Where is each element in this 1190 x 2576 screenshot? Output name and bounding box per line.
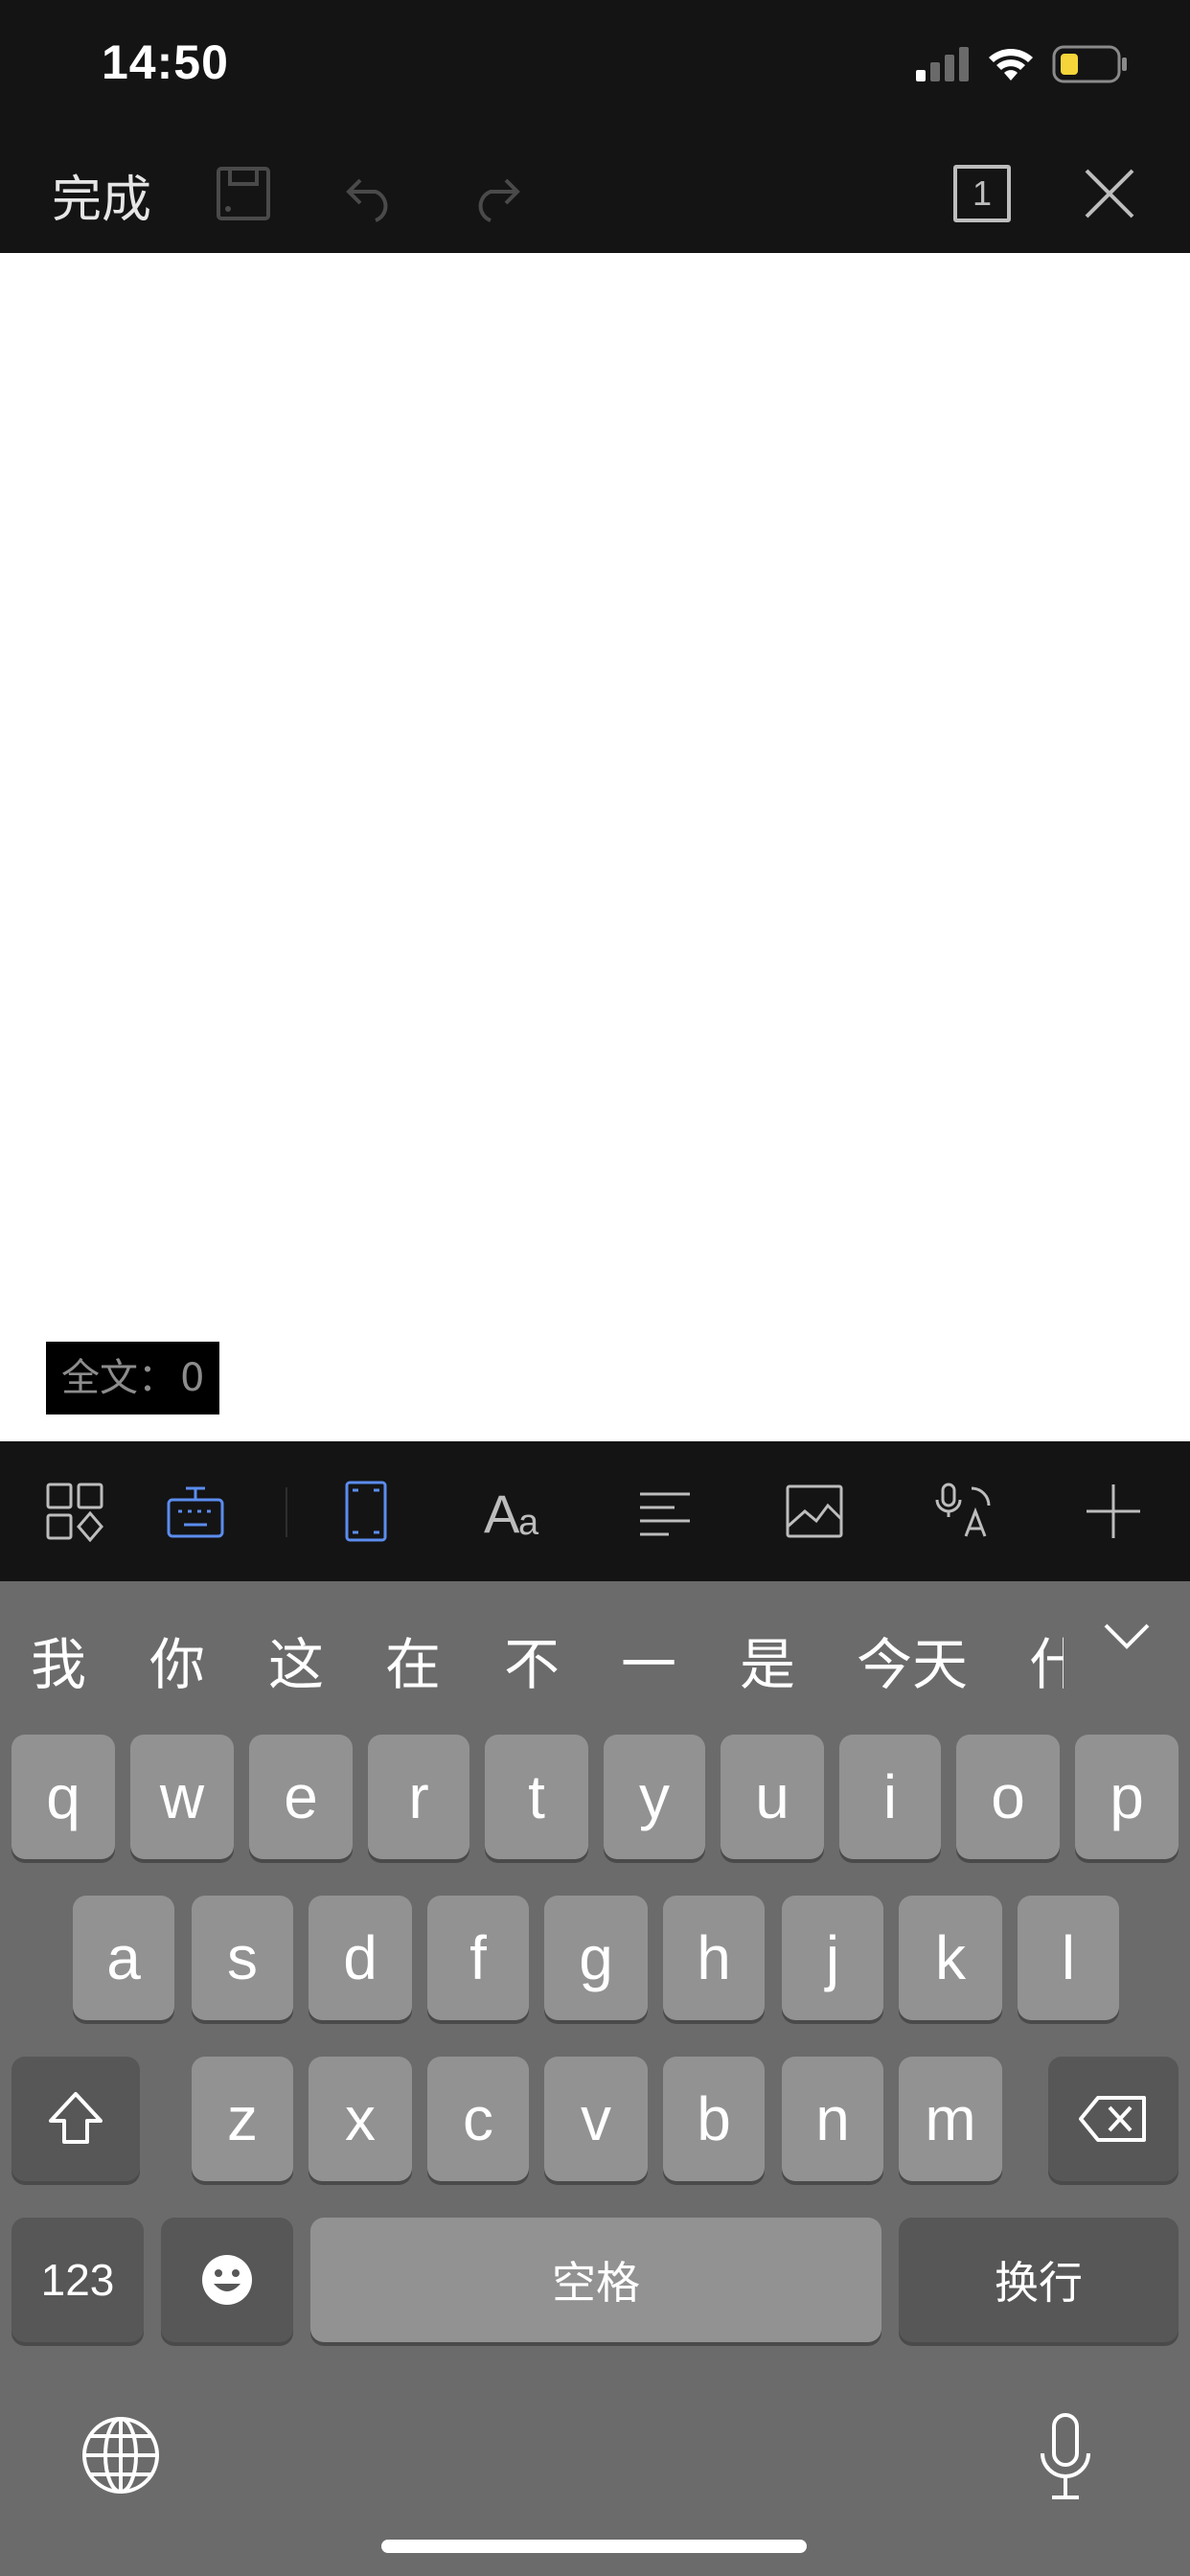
shift-icon xyxy=(49,2092,103,2144)
candidate-bar: 我 你 这 在 不 一 是 今天 什 xyxy=(0,1581,1190,1725)
undo-icon[interactable] xyxy=(332,155,408,232)
candidate[interactable]: 在 xyxy=(385,1620,441,1700)
keyboard-icon[interactable] xyxy=(157,1473,234,1550)
key-o[interactable]: o xyxy=(956,1735,1060,1859)
chevron-down-icon[interactable] xyxy=(1100,1612,1154,1669)
key-z[interactable]: z xyxy=(192,2057,293,2181)
globe-icon[interactable] xyxy=(80,2415,161,2496)
apps-icon[interactable] xyxy=(36,1473,113,1550)
key-s[interactable]: s xyxy=(192,1896,293,2020)
battery-icon xyxy=(1052,45,1127,83)
key-h[interactable]: h xyxy=(663,1896,765,2020)
word-count-badge: 全文： 0 xyxy=(46,1342,220,1414)
page-number: 1 xyxy=(953,165,1011,222)
key-w[interactable]: w xyxy=(130,1735,234,1859)
font-icon[interactable]: Aa xyxy=(477,1473,554,1550)
return-key[interactable]: 换行 xyxy=(899,2218,1179,2342)
numbers-key[interactable]: 123 xyxy=(11,2218,144,2342)
emoji-key[interactable] xyxy=(161,2218,293,2342)
home-indicator xyxy=(381,2540,807,2553)
voice-translate-icon[interactable] xyxy=(926,1473,1002,1550)
key-n[interactable]: n xyxy=(782,2057,883,2181)
save-icon[interactable] xyxy=(205,155,282,232)
key-q[interactable]: q xyxy=(11,1735,115,1859)
key-c[interactable]: c xyxy=(427,2057,529,2181)
emoji-icon xyxy=(202,2255,252,2305)
key-y[interactable]: y xyxy=(604,1735,705,1859)
key-a[interactable]: a xyxy=(73,1896,174,2020)
shift-key[interactable] xyxy=(11,2057,140,2181)
document-canvas[interactable] xyxy=(0,253,1190,1441)
key-b[interactable]: b xyxy=(663,2057,765,2181)
key-d[interactable]: d xyxy=(309,1896,412,2020)
align-icon[interactable] xyxy=(627,1473,703,1550)
candidate[interactable]: 什 xyxy=(1029,1620,1064,1696)
top-toolbar: 完成 1 xyxy=(0,134,1190,253)
key-r[interactable]: r xyxy=(368,1735,469,1859)
candidate[interactable]: 不 xyxy=(504,1620,560,1700)
space-key[interactable]: 空格 xyxy=(310,2218,881,2342)
candidate[interactable]: 是 xyxy=(740,1620,795,1700)
key-k[interactable]: k xyxy=(899,1896,1002,2020)
svg-text:A: A xyxy=(484,1484,520,1542)
candidate[interactable]: 这 xyxy=(268,1620,324,1700)
backspace-icon xyxy=(1079,2096,1146,2142)
status-time: 14:50 xyxy=(102,35,229,89)
close-icon[interactable] xyxy=(1071,155,1148,232)
toolbar-divider xyxy=(286,1487,287,1537)
candidate[interactable]: 你 xyxy=(149,1620,205,1700)
backspace-key[interactable] xyxy=(1048,2057,1179,2181)
image-icon[interactable] xyxy=(776,1473,853,1550)
key-j[interactable]: j xyxy=(782,1896,883,2020)
candidate[interactable]: 一 xyxy=(621,1620,676,1700)
page-number-box[interactable]: 1 xyxy=(944,155,1020,232)
key-f[interactable]: f xyxy=(427,1896,529,2020)
key-l[interactable]: l xyxy=(1018,1896,1119,2020)
key-e[interactable]: e xyxy=(249,1735,353,1859)
key-v[interactable]: v xyxy=(544,2057,648,2181)
wifi-icon xyxy=(989,49,1033,80)
candidate[interactable]: 今天 xyxy=(857,1620,968,1700)
format-toolbar: Aa xyxy=(0,1441,1190,1581)
word-count-value: 0 xyxy=(180,1356,205,1400)
key-g[interactable]: g xyxy=(544,1896,648,2020)
add-icon[interactable] xyxy=(1075,1473,1152,1550)
key-p[interactable]: p xyxy=(1075,1735,1179,1859)
page-frame-icon[interactable] xyxy=(328,1473,404,1550)
status-icons xyxy=(916,40,1129,88)
microphone-icon[interactable] xyxy=(1037,2411,1094,2503)
candidate[interactable]: 我 xyxy=(31,1620,86,1700)
key-m[interactable]: m xyxy=(899,2057,1002,2181)
key-x[interactable]: x xyxy=(309,2057,412,2181)
candidate-clip: 什 xyxy=(1029,1620,1064,1696)
svg-text:a: a xyxy=(518,1503,539,1542)
cellular-signal-icon xyxy=(916,47,969,81)
word-count-label: 全文： xyxy=(61,1356,176,1400)
key-t[interactable]: t xyxy=(485,1735,588,1859)
status-bar: 14:50 xyxy=(0,0,1190,134)
done-button[interactable]: 完成 xyxy=(52,159,151,231)
key-u[interactable]: u xyxy=(721,1735,824,1859)
keyboard: 我 你 这 在 不 一 是 今天 什 q w e r t y u i o p a… xyxy=(0,1581,1190,2576)
key-i[interactable]: i xyxy=(839,1735,941,1859)
redo-icon[interactable] xyxy=(458,155,535,232)
